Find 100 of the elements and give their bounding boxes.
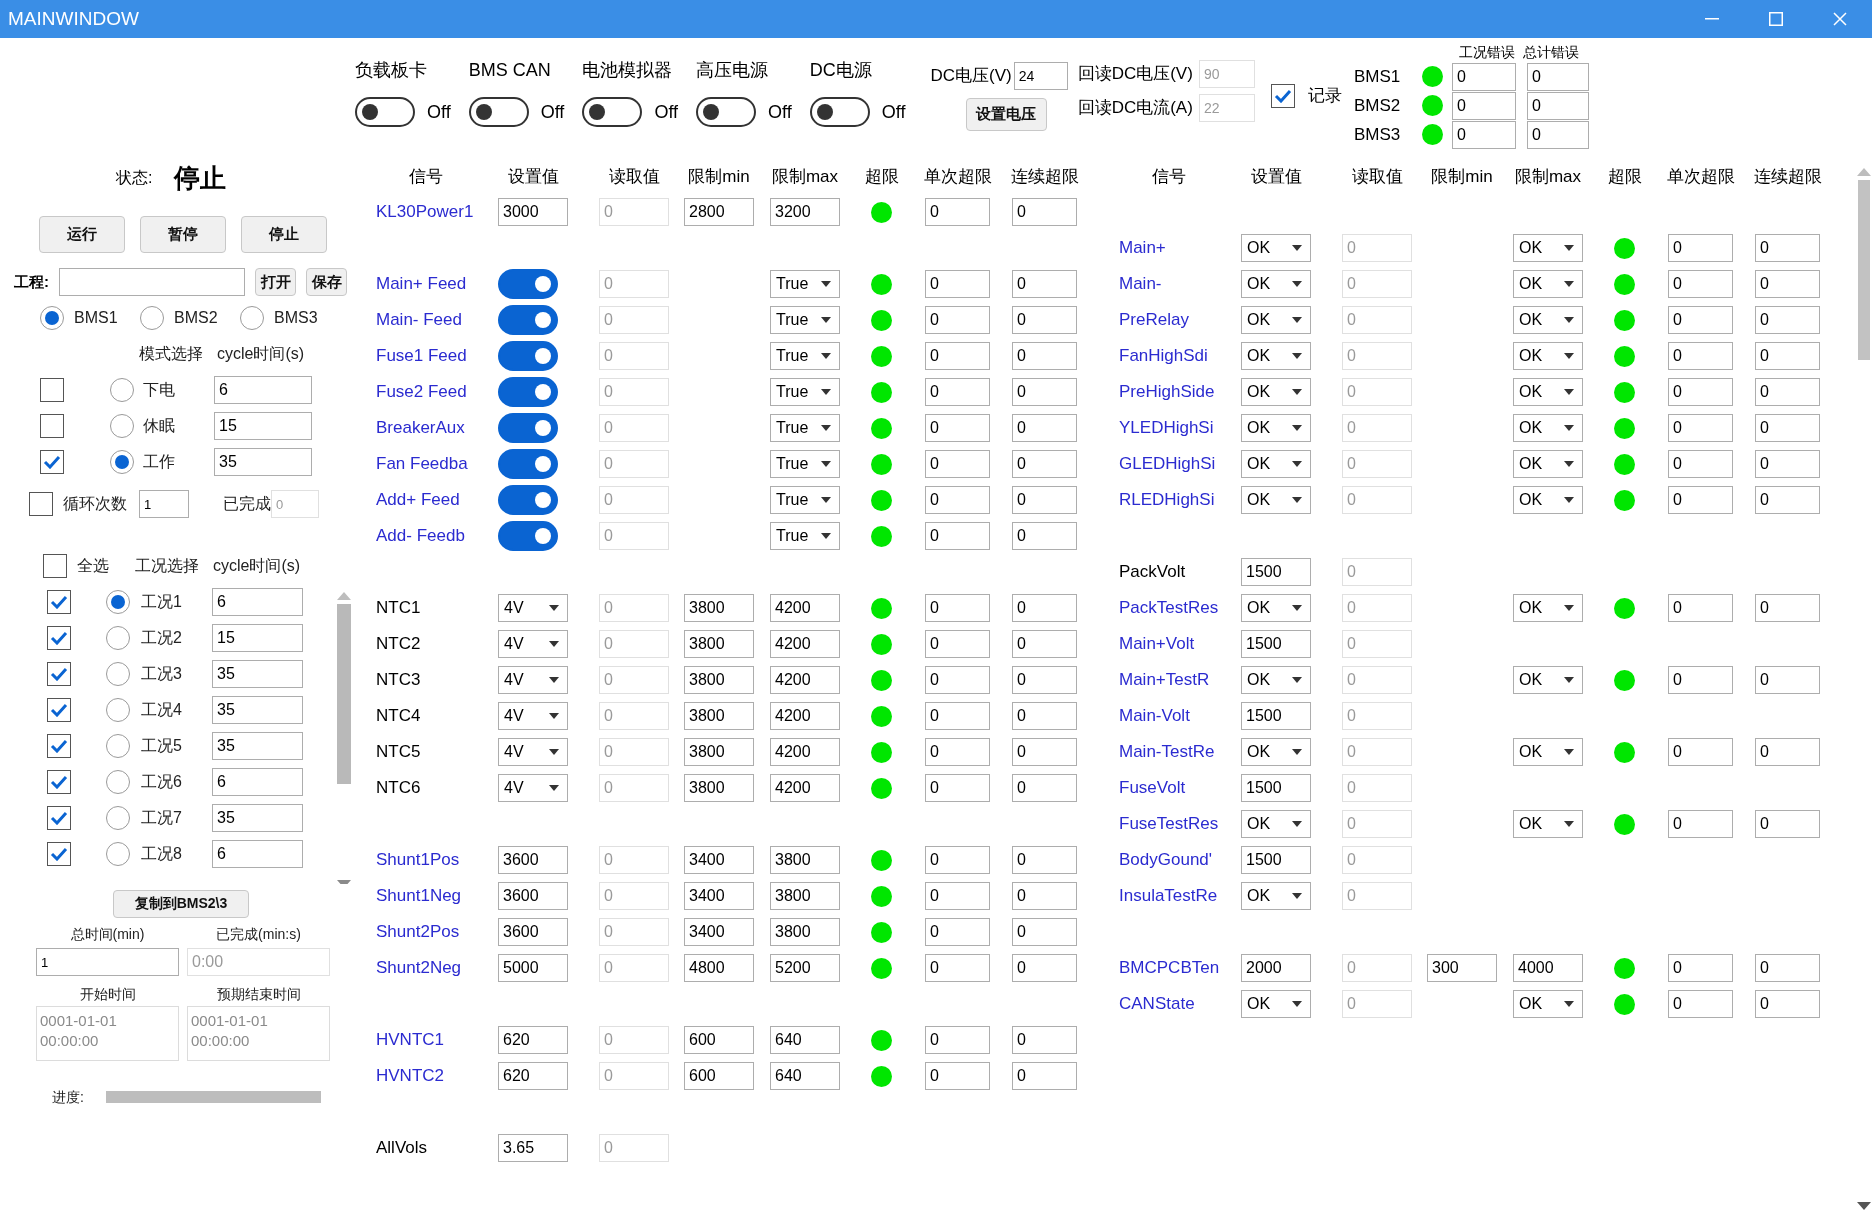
checkbox[interactable] xyxy=(43,554,67,578)
dropdown[interactable]: OK xyxy=(1513,450,1583,478)
checkbox[interactable] xyxy=(47,770,71,794)
input-field[interactable]: 6 xyxy=(214,376,312,404)
input-field[interactable]: 0 xyxy=(925,774,990,802)
dropdown[interactable]: OK xyxy=(1241,486,1311,514)
input-field[interactable]: 0 xyxy=(1755,378,1820,406)
dropdown[interactable]: OK xyxy=(1513,234,1583,262)
toggle-switch[interactable] xyxy=(498,521,558,551)
radio-button[interactable] xyxy=(140,306,164,330)
input-field[interactable]: 3.65 xyxy=(498,1134,568,1162)
input-field[interactable]: 3800 xyxy=(684,702,754,730)
input-field[interactable]: 0 xyxy=(925,738,990,766)
dropdown[interactable]: 4V xyxy=(498,630,568,658)
dropdown[interactable]: OK xyxy=(1241,666,1311,694)
checkbox[interactable] xyxy=(40,378,64,402)
dropdown[interactable]: OK xyxy=(1241,450,1311,478)
input-field[interactable]: 1 xyxy=(139,490,189,518)
input-field[interactable]: 0 xyxy=(1012,738,1077,766)
dropdown[interactable]: 4V xyxy=(498,774,568,802)
dropdown[interactable]: OK xyxy=(1241,270,1311,298)
input-field[interactable]: 0 xyxy=(925,954,990,982)
input-field[interactable]: 600 xyxy=(684,1062,754,1090)
input-field[interactable]: 0 xyxy=(1668,342,1733,370)
dropdown[interactable]: OK xyxy=(1513,486,1583,514)
input-field[interactable]: 0 xyxy=(1012,270,1077,298)
scroll-down-icon[interactable] xyxy=(1856,1202,1871,1210)
toggle-switch[interactable] xyxy=(498,485,558,515)
input-field[interactable]: 0 xyxy=(925,414,990,442)
dropdown[interactable]: OK xyxy=(1513,666,1583,694)
radio-button[interactable] xyxy=(106,626,130,650)
checkbox[interactable] xyxy=(40,450,64,474)
input-field[interactable]: 3400 xyxy=(684,882,754,910)
input-field[interactable]: 5000 xyxy=(498,954,568,982)
input-field[interactable]: 0 xyxy=(1755,234,1820,262)
scrollbar-thumb[interactable] xyxy=(336,604,351,784)
input-field[interactable]: 3400 xyxy=(684,846,754,874)
input-field[interactable]: 4200 xyxy=(770,774,840,802)
input-field[interactable]: 3200 xyxy=(770,198,840,226)
input-field[interactable]: 0 xyxy=(1668,270,1733,298)
toggle-switch[interactable] xyxy=(696,97,757,127)
dropdown[interactable]: OK xyxy=(1241,234,1311,262)
input-field[interactable]: 1 xyxy=(36,948,179,976)
input-field[interactable]: 0 xyxy=(1451,62,1516,91)
dropdown[interactable]: OK xyxy=(1513,594,1583,622)
input-field[interactable]: 0 xyxy=(925,918,990,946)
input-field[interactable]: 4200 xyxy=(770,738,840,766)
input-field[interactable]: 0 xyxy=(925,198,990,226)
input-field[interactable]: 0 xyxy=(1012,378,1077,406)
radio-button[interactable] xyxy=(106,842,130,866)
checkbox[interactable] xyxy=(47,590,71,614)
input-field[interactable]: 3600 xyxy=(498,918,568,946)
checkbox[interactable] xyxy=(47,698,71,722)
input-field[interactable]: 15 xyxy=(214,412,312,440)
input-field[interactable]: 0 xyxy=(1668,738,1733,766)
dropdown[interactable]: OK xyxy=(1513,378,1583,406)
input-field[interactable]: 0 xyxy=(925,594,990,622)
input-field[interactable]: 0 xyxy=(1526,62,1589,91)
input-field[interactable]: 0 xyxy=(1012,450,1077,478)
control-button[interactable]: 运行 xyxy=(39,216,125,253)
checkbox[interactable] xyxy=(47,626,71,650)
input-field[interactable]: 0 xyxy=(925,1026,990,1054)
input-field[interactable]: 0 xyxy=(1668,414,1733,442)
checkbox[interactable] xyxy=(40,414,64,438)
input-field[interactable]: 3400 xyxy=(684,918,754,946)
input-field[interactable]: 0 xyxy=(925,630,990,658)
checkbox[interactable] xyxy=(47,806,71,830)
dropdown[interactable]: OK xyxy=(1513,342,1583,370)
dropdown[interactable]: OK xyxy=(1241,594,1311,622)
input-field[interactable]: 0 xyxy=(1012,630,1077,658)
dropdown[interactable]: 4V xyxy=(498,702,568,730)
input-field[interactable]: 3800 xyxy=(770,918,840,946)
dropdown[interactable]: OK xyxy=(1241,342,1311,370)
input-field[interactable]: 3800 xyxy=(770,882,840,910)
dropdown[interactable]: OK xyxy=(1241,810,1311,838)
input-field[interactable]: 0 xyxy=(1012,414,1077,442)
input-field[interactable]: 3800 xyxy=(770,846,840,874)
toggle-switch[interactable] xyxy=(355,97,415,127)
input-field[interactable]: 3600 xyxy=(498,882,568,910)
input-field[interactable]: 15 xyxy=(212,624,303,652)
input-field[interactable]: 3800 xyxy=(684,774,754,802)
input-field[interactable]: 600 xyxy=(684,1026,754,1054)
toggle-switch[interactable] xyxy=(498,305,558,335)
input-field[interactable]: 620 xyxy=(498,1026,568,1054)
input-field[interactable]: 0 xyxy=(1012,954,1077,982)
input-field[interactable]: 0 xyxy=(1012,198,1077,226)
input-field[interactable]: 0 xyxy=(1012,702,1077,730)
radio-button[interactable] xyxy=(110,450,134,474)
dropdown[interactable]: OK xyxy=(1241,990,1311,1018)
input-field[interactable]: 0 xyxy=(1755,666,1820,694)
input-field[interactable]: 0 xyxy=(1668,306,1733,334)
input-field[interactable]: 0 xyxy=(925,882,990,910)
radio-button[interactable] xyxy=(106,770,130,794)
toggle-switch[interactable] xyxy=(498,449,558,479)
dropdown[interactable]: True xyxy=(770,450,840,478)
input-field[interactable]: 35 xyxy=(212,660,303,688)
input-field[interactable]: 1500 xyxy=(1241,558,1311,586)
radio-button[interactable] xyxy=(106,662,130,686)
input-field[interactable]: 0 xyxy=(925,378,990,406)
checkbox[interactable] xyxy=(47,842,71,866)
